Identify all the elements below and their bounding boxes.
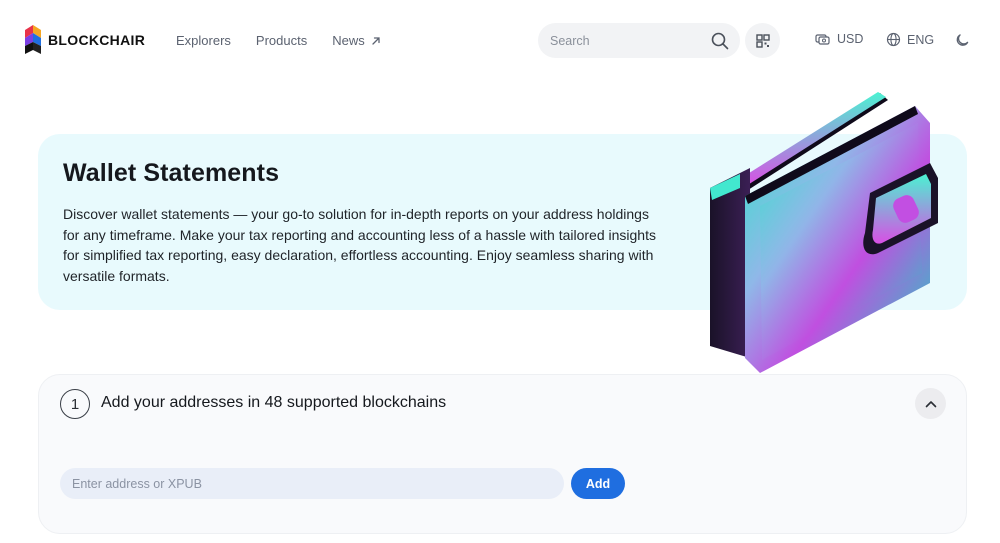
blockchair-logo-icon <box>25 25 41 54</box>
add-address-button[interactable]: Add <box>571 468 625 499</box>
chevron-up-icon <box>925 400 936 407</box>
step-title: Add your addresses in 48 supported block… <box>101 394 447 411</box>
language-selector[interactable]: ENG <box>886 32 934 47</box>
nav-products-label: Products <box>255 33 308 48</box>
nav-news[interactable]: News <box>332 33 381 48</box>
globe-icon <box>886 32 901 47</box>
qr-scan-button[interactable] <box>745 23 780 58</box>
external-arrow-icon <box>372 36 380 45</box>
nav-products[interactable]: Products <box>256 33 307 48</box>
collapse-button[interactable] <box>915 388 946 419</box>
currency-icon <box>815 34 830 45</box>
top-header: BLOCKCHAIR Explorers Products News Searc… <box>0 0 1000 82</box>
search-box <box>538 23 740 58</box>
wallet-illustration <box>710 92 938 373</box>
page-title: Wallet Statements <box>63 159 280 187</box>
search-input[interactable] <box>550 33 710 48</box>
hero-description: Discover wallet statements — your go-to … <box>63 206 656 284</box>
nav-explorers[interactable]: Explorers <box>176 33 231 48</box>
qr-code-icon <box>755 33 770 48</box>
step-number-badge: 1 <box>60 389 90 419</box>
currency-label: USD <box>837 32 864 46</box>
main-nav: Explorers Products News <box>176 33 381 48</box>
nav-explorers-label: Explorers <box>176 33 231 48</box>
logo-text: BLOCKCHAIR <box>48 32 146 48</box>
moon-icon[interactable] <box>955 32 971 48</box>
language-label: ENG <box>907 32 935 47</box>
address-input[interactable] <box>60 468 564 499</box>
search-icon[interactable] <box>710 31 730 51</box>
currency-selector[interactable]: USD <box>815 32 863 46</box>
nav-news-label: News <box>332 33 365 48</box>
logo[interactable]: BLOCKCHAIR <box>24 25 145 55</box>
add-addresses-step: 1 Add your addresses in 48 supported blo… <box>38 374 967 534</box>
